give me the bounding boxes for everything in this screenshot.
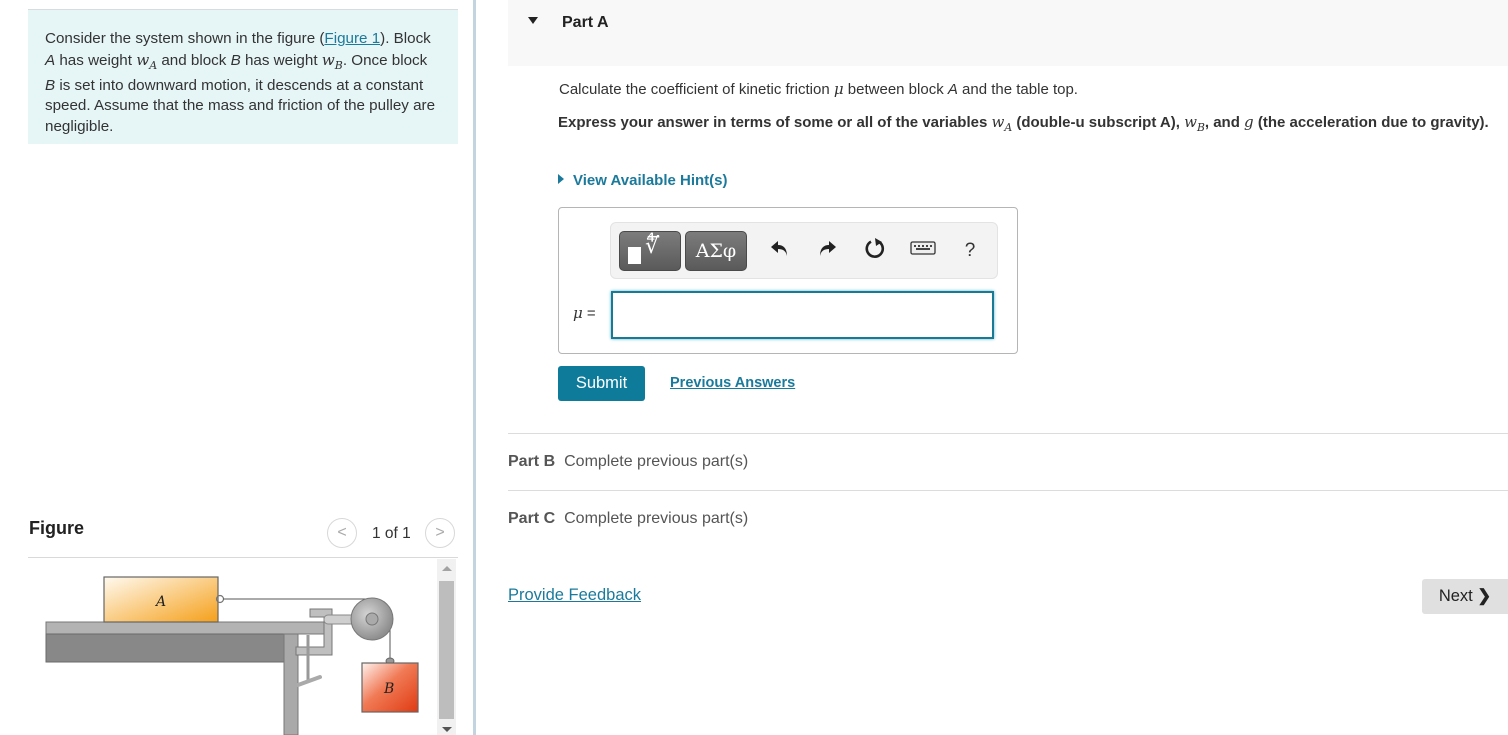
intro-text: has weight bbox=[240, 51, 322, 69]
intro-text: ). Block bbox=[380, 30, 431, 47]
question-part: between block bbox=[843, 81, 948, 98]
question-part: Calculate the coefficient of kinetic fri… bbox=[559, 81, 834, 98]
next-label: Next bbox=[1438, 587, 1473, 605]
scrollbar-thumb[interactable] bbox=[439, 581, 454, 719]
table-apron bbox=[45, 633, 285, 663]
templates-radical-icon bbox=[628, 247, 641, 264]
previous-answers-link[interactable]: Previous Answers bbox=[670, 375, 795, 391]
block-a-var: A bbox=[45, 51, 56, 69]
question-part: and the table top. bbox=[957, 81, 1078, 98]
intro-text: and block bbox=[157, 51, 231, 69]
part-a-title: Part A bbox=[562, 14, 609, 31]
figure-divider bbox=[28, 557, 458, 558]
intro-text: is set into downward motion, it descends… bbox=[45, 76, 436, 135]
pane-splitter[interactable] bbox=[473, 0, 476, 735]
collapse-caret-icon[interactable] bbox=[528, 17, 538, 24]
answer-label: μ = bbox=[573, 304, 596, 322]
weight-b-var: wB bbox=[1184, 113, 1205, 134]
answer-instruction: Express your answer in terms of some or … bbox=[558, 112, 1503, 138]
redo-icon[interactable] bbox=[813, 237, 841, 265]
part-label: Part C bbox=[508, 510, 556, 527]
instruction-part: (double-u subscript A), bbox=[1012, 114, 1185, 131]
figure-pager-text: 1 of 1 bbox=[372, 525, 411, 542]
gravity-var: g bbox=[1244, 113, 1254, 131]
view-hints-toggle[interactable]: View Available Hint(s) bbox=[558, 172, 728, 189]
problem-intro: Consider the system shown in the figure … bbox=[28, 9, 458, 144]
block-a-var: A bbox=[947, 81, 958, 98]
weight-a-var: wA bbox=[991, 113, 1013, 134]
figure-title: Figure bbox=[29, 518, 85, 538]
radical-glyph: ∜̅ bbox=[645, 234, 660, 259]
hints-label: View Available Hint(s) bbox=[573, 172, 728, 189]
intro-text: . Once block bbox=[342, 51, 428, 69]
math-toolbar: ∜̅ ΑΣφ ? bbox=[610, 222, 998, 279]
part-status: Complete previous part(s) bbox=[564, 453, 749, 470]
figure-image: A B bbox=[28, 559, 436, 735]
keyboard-icon[interactable] bbox=[909, 237, 937, 265]
part-label: Part B bbox=[508, 453, 556, 470]
intro-text: Consider the system shown in the figure … bbox=[45, 30, 325, 47]
weight-b-var: wB bbox=[321, 50, 343, 72]
scroll-down-arrow-icon[interactable] bbox=[442, 727, 452, 732]
block-b-var: B bbox=[230, 51, 241, 69]
mu-var: μ bbox=[833, 80, 844, 98]
divider bbox=[508, 433, 1508, 434]
question-text: Calculate the coefficient of kinetic fri… bbox=[559, 80, 1078, 98]
intro-text: has weight bbox=[55, 51, 137, 69]
part-a-header[interactable]: Part A bbox=[508, 0, 1508, 66]
next-button[interactable]: Next ❯ bbox=[1422, 579, 1508, 614]
part-status: Complete previous part(s) bbox=[564, 510, 749, 527]
block-b-label: B bbox=[383, 681, 394, 697]
chevron-right-icon: ❯ bbox=[1477, 587, 1492, 605]
answer-box: ∜̅ ΑΣφ ? μ = bbox=[558, 207, 1018, 354]
divider bbox=[508, 490, 1508, 491]
templates-button[interactable]: ∜̅ bbox=[619, 231, 681, 271]
submit-button[interactable]: Submit bbox=[558, 366, 645, 401]
help-button[interactable]: ? bbox=[956, 237, 984, 265]
weight-a-var: wA bbox=[136, 50, 158, 72]
undo-icon[interactable] bbox=[766, 237, 794, 265]
figure-prev-button[interactable]: < bbox=[327, 518, 357, 548]
instruction-part: (the acceleration due to gravity). bbox=[1253, 114, 1489, 131]
instruction-part: Express your answer in terms of some or … bbox=[558, 114, 992, 131]
problem-pane: Consider the system shown in the figure … bbox=[0, 0, 474, 735]
part-c-row: Part C Complete previous part(s) bbox=[508, 510, 748, 528]
block-a-label: A bbox=[154, 594, 166, 610]
figure-scrollbar[interactable] bbox=[437, 559, 456, 735]
provide-feedback-link[interactable]: Provide Feedback bbox=[508, 586, 641, 605]
pulley-system-diagram: A B bbox=[45, 576, 419, 735]
reset-icon[interactable] bbox=[861, 237, 889, 265]
figure-link[interactable]: Figure 1 bbox=[324, 30, 380, 47]
answer-input[interactable] bbox=[611, 291, 994, 339]
instruction-part: , and bbox=[1204, 114, 1245, 131]
expand-caret-icon bbox=[558, 174, 564, 184]
scroll-up-arrow-icon[interactable] bbox=[442, 566, 452, 571]
block-b-var: B bbox=[45, 76, 56, 94]
table-top bbox=[45, 621, 329, 635]
chevron-left-icon: < bbox=[337, 524, 347, 541]
part-b-row: Part B Complete previous part(s) bbox=[508, 453, 748, 471]
greek-symbols-button[interactable]: ΑΣφ bbox=[685, 231, 747, 271]
figure-next-button[interactable]: > bbox=[425, 518, 455, 548]
chevron-right-icon: > bbox=[435, 524, 445, 541]
